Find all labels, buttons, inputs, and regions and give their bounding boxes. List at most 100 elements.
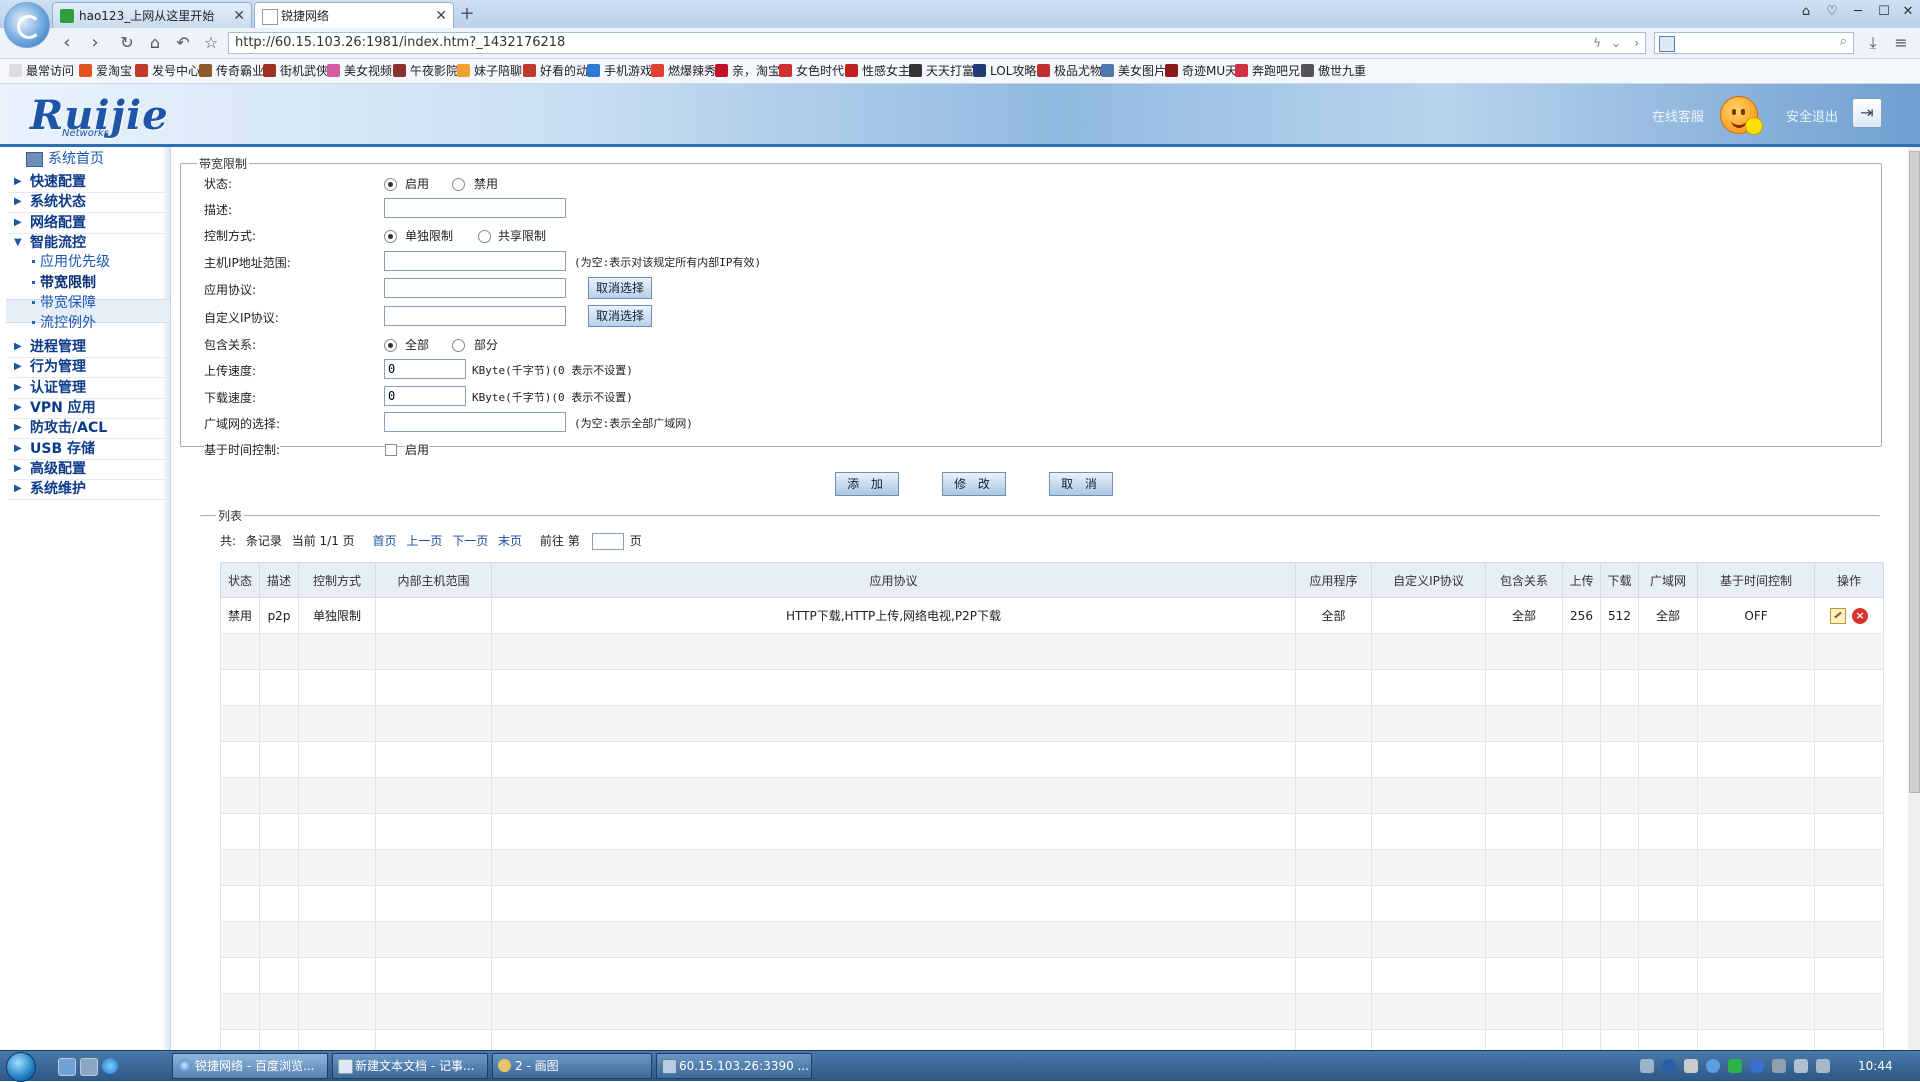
pager-goto-input[interactable] <box>591 533 624 550</box>
skin-icon[interactable]: ♡ <box>1821 2 1843 22</box>
pager-next-link[interactable]: 下一页 <box>452 534 488 548</box>
go-icon[interactable]: › <box>1634 33 1639 53</box>
edit-icon[interactable] <box>1830 607 1846 624</box>
include-part-radio[interactable] <box>452 339 465 352</box>
maximize-icon[interactable]: ☐ <box>1873 2 1895 22</box>
star-icon[interactable]: ☆ <box>200 32 222 54</box>
sidebar-item-behavior-management[interactable]: ▶ 行为管理 <box>14 356 86 378</box>
antivirus-icon[interactable] <box>1750 1059 1764 1073</box>
bookmark-item[interactable]: 亲，淘宝 <box>714 62 780 80</box>
modify-button[interactable]: 修 改 <box>942 472 1006 496</box>
menu-icon[interactable]: ≡ <box>1890 32 1912 54</box>
bookmark-item[interactable]: 好看的动 <box>522 62 588 80</box>
control-shared-radio[interactable] <box>478 230 491 243</box>
bookmark-item[interactable]: 极品尤物 <box>1036 62 1102 80</box>
description-input[interactable] <box>384 198 566 218</box>
bookmark-item[interactable]: 傲世九重 <box>1300 62 1366 80</box>
sidebar-item-process-management[interactable]: ▶ 进程管理 <box>14 336 86 358</box>
task-remote-desktop[interactable]: 60.15.103.26:3390 ... <box>656 1053 812 1079</box>
sidebar-item-vpn-app[interactable]: ▶ VPN 应用 <box>14 397 96 419</box>
ie-icon[interactable] <box>102 1058 118 1074</box>
search-icon[interactable]: ⌕ <box>1840 34 1847 49</box>
address-bar[interactable]: http://60.15.103.26:1981/index.htm?_1432… <box>228 32 1646 54</box>
avatar-icon[interactable] <box>1720 96 1763 135</box>
tab-ruijie[interactable]: 锐捷网络 ✕ <box>254 2 454 28</box>
download-input[interactable] <box>384 386 466 406</box>
power-icon[interactable] <box>1816 1059 1830 1073</box>
clock[interactable]: 10:44 <box>1858 1051 1893 1081</box>
bookmark-item[interactable]: 妹子陪聊 <box>456 62 522 80</box>
minimize-icon[interactable]: ─ <box>1847 2 1869 22</box>
help-icon[interactable] <box>1662 1059 1676 1073</box>
pager-first-link[interactable]: 首页 <box>373 534 397 548</box>
exit-icon[interactable]: ⇥ <box>1852 98 1882 128</box>
app-protocol-deselect-button[interactable]: 取消选择 <box>588 277 652 299</box>
security-icon[interactable] <box>1728 1059 1742 1073</box>
add-button[interactable]: 添 加 <box>835 472 899 496</box>
reload-icon[interactable]: ↻ <box>116 32 138 54</box>
bookmark-item[interactable]: 性感女主 <box>844 62 910 80</box>
page-scrollbar[interactable] <box>1908 147 1920 1050</box>
custom-ip-input[interactable] <box>384 306 566 326</box>
back-icon[interactable]: ‹ <box>56 32 78 54</box>
bookmark-item[interactable]: LOL攻略 <box>972 62 1036 80</box>
safe-exit-link[interactable]: 安全退出 <box>1786 106 1838 125</box>
task-browser[interactable]: 锐捷网络 - 百度浏览... <box>172 1053 328 1079</box>
bookmark-item[interactable]: 最常访问 <box>8 62 74 80</box>
bookmark-item[interactable]: 燃爆辣秀 <box>650 62 716 80</box>
flash-icon[interactable]: ϟ <box>1593 33 1601 53</box>
sidebar-item-home[interactable]: 系统首页 <box>26 149 104 169</box>
bookmark-item[interactable]: 奇迹MU天 <box>1164 62 1237 80</box>
sidebar-item-system-status[interactable]: ▶ 系统状态 <box>14 191 86 213</box>
home-icon[interactable]: ⌂ <box>144 32 166 54</box>
time-control-checkbox[interactable] <box>385 444 397 456</box>
tray-expand-icon[interactable] <box>1684 1059 1698 1073</box>
new-tab-icon[interactable]: + <box>456 4 478 26</box>
tab-hao123[interactable]: hao123_上网从这里开始 ✕ <box>52 2 252 28</box>
bookmark-item[interactable]: 美女视频 <box>326 62 392 80</box>
sidebar-item-bandwidth-limit[interactable]: 带宽限制 <box>32 272 96 294</box>
delete-icon[interactable]: × <box>1852 607 1868 624</box>
network-icon[interactable] <box>1706 1059 1720 1073</box>
bookmark-item[interactable]: 奔跑吧兄 <box>1234 62 1300 80</box>
sidebar-item-auth-management[interactable]: ▶ 认证管理 <box>14 377 86 399</box>
bookmark-item[interactable]: 街机武侠 <box>262 62 328 80</box>
switch-windows-icon[interactable] <box>80 1058 98 1076</box>
pager-last-link[interactable]: 末页 <box>498 534 522 548</box>
close-window-icon[interactable]: ✕ <box>1897 2 1919 22</box>
keyboard-icon[interactable] <box>1640 1059 1654 1073</box>
sidebar-item-flow-control-exception[interactable]: 流控例外 <box>32 312 96 334</box>
search-input[interactable]: ⌕ <box>1654 32 1854 54</box>
bookmark-item[interactable]: 爱淘宝 <box>78 62 132 80</box>
sidebar-item-bandwidth-guarantee[interactable]: 带宽保障 <box>32 292 96 314</box>
sidebar-item-system-maintenance[interactable]: ▶ 系统维护 <box>14 478 86 500</box>
bookmark-item[interactable]: 发号中心 <box>134 62 200 80</box>
bookmark-item[interactable]: 天天打富 <box>908 62 974 80</box>
app-protocol-input[interactable] <box>384 278 566 298</box>
search-engine-icon[interactable] <box>1659 36 1675 52</box>
speaker-icon[interactable] <box>1794 1059 1808 1073</box>
volume-icon[interactable] <box>1772 1059 1786 1073</box>
bookmark-item[interactable]: 手机游戏 <box>586 62 652 80</box>
sidebar-item-usb-storage[interactable]: ▶ USB 存储 <box>14 438 95 460</box>
chevron-down-icon[interactable]: ⌄ <box>1611 33 1621 53</box>
sidebar-item-quick-config[interactable]: ▶ 快速配置 <box>14 171 86 193</box>
include-all-radio[interactable] <box>384 339 397 352</box>
cancel-button[interactable]: 取 消 <box>1049 472 1113 496</box>
undo-icon[interactable]: ↶ <box>172 32 194 54</box>
sidebar-item-network-config[interactable]: ▶ 网络配置 <box>14 212 86 234</box>
control-single-radio[interactable] <box>384 230 397 243</box>
bookmark-item[interactable]: 女色时代 <box>778 62 844 80</box>
lock-icon[interactable]: ⌂ <box>1795 2 1817 22</box>
sidebar-item-app-priority[interactable]: 应用优先级 <box>32 251 110 273</box>
online-service-link[interactable]: 在线客服 <box>1652 106 1704 125</box>
status-enable-radio[interactable] <box>384 178 397 191</box>
status-disable-radio[interactable] <box>452 178 465 191</box>
host-ip-input[interactable] <box>384 251 566 271</box>
tab-close-icon[interactable]: ✕ <box>435 3 447 28</box>
start-button-icon[interactable] <box>6 1052 36 1082</box>
bookmark-item[interactable]: 午夜影院 <box>392 62 458 80</box>
task-paint[interactable]: 2 - 画图 <box>492 1053 652 1079</box>
wan-input[interactable] <box>384 412 566 432</box>
custom-ip-deselect-button[interactable]: 取消选择 <box>588 305 652 327</box>
